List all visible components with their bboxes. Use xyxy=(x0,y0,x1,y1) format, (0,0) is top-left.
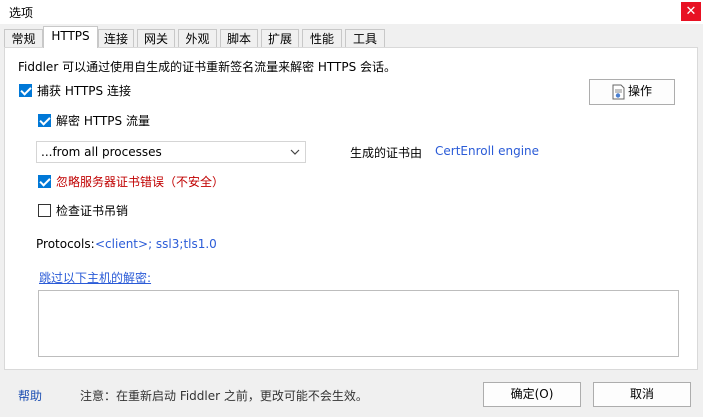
restart-note: 注意：在重新启动 Fiddler 之前，更改可能不会生效。 xyxy=(80,389,368,403)
help-link[interactable]: 帮助 xyxy=(18,387,42,404)
ignore-cert-errors-checkbox[interactable] xyxy=(38,175,51,188)
protocols-value-link[interactable]: <client>; ssl3;tls1.0 xyxy=(95,237,217,251)
tab-general[interactable]: 常规 xyxy=(4,29,43,47)
check-revocation-label[interactable]: 检查证书吊销 xyxy=(56,202,128,219)
cert-generator-prefix: 生成的证书由 xyxy=(350,146,423,160)
actions-button-label: 操作 xyxy=(627,84,652,98)
ignore-cert-errors-label[interactable]: 忽略服务器证书错误（不安全） xyxy=(56,173,224,190)
decrypt-https-checkbox[interactable] xyxy=(38,114,51,127)
capture-https-label[interactable]: 捕获 HTTPS 连接 xyxy=(37,82,131,99)
protocols-label: Protocols: xyxy=(36,237,95,251)
close-icon: ✕ xyxy=(685,4,697,19)
tab-extensions[interactable]: 扩展 xyxy=(261,29,299,47)
skip-hosts-link[interactable]: 跳过以下主机的解密: xyxy=(39,269,151,286)
https-panel: Fiddler 可以通过使用自生成的证书重新签名流量来解密 HTTPS 会话。 … xyxy=(4,47,698,370)
capture-https-checkbox[interactable] xyxy=(19,84,32,97)
process-filter-value: ...from all processes xyxy=(41,145,162,159)
decrypt-https-label[interactable]: 解密 HTTPS 流量 xyxy=(56,112,150,129)
chevron-down-icon xyxy=(290,146,300,160)
https-description: Fiddler 可以通过使用自生成的证书重新签名流量来解密 HTTPS 会话。 xyxy=(18,60,397,74)
tab-appearance[interactable]: 外观 xyxy=(178,29,217,47)
skip-hosts-textarea[interactable] xyxy=(38,290,679,357)
tab-gateway[interactable]: 网关 xyxy=(137,29,175,47)
window-title: 选项 xyxy=(9,6,34,20)
tab-scripting[interactable]: 脚本 xyxy=(220,29,258,47)
check-revocation-checkbox[interactable] xyxy=(38,204,51,217)
tab-tools[interactable]: 工具 xyxy=(345,29,385,47)
title-bar: 选项 ✕ xyxy=(0,0,703,24)
cancel-button[interactable]: 取消 xyxy=(593,382,691,407)
process-filter-select[interactable]: ...from all processes xyxy=(36,141,306,163)
cert-generator-link[interactable]: CertEnroll engine xyxy=(435,144,539,158)
tab-https[interactable]: HTTPS xyxy=(43,26,98,48)
tab-connections[interactable]: 连接 xyxy=(98,29,134,47)
certificate-icon xyxy=(612,84,625,100)
tab-performance[interactable]: 性能 xyxy=(302,29,342,47)
tab-strip: 常规 HTTPS 连接 网关 外观 脚本 扩展 性能 工具 xyxy=(0,26,703,48)
actions-button[interactable]: 操作 xyxy=(589,79,675,105)
close-button[interactable]: ✕ xyxy=(681,2,701,21)
ok-button[interactable]: 确定(O) xyxy=(483,382,581,407)
